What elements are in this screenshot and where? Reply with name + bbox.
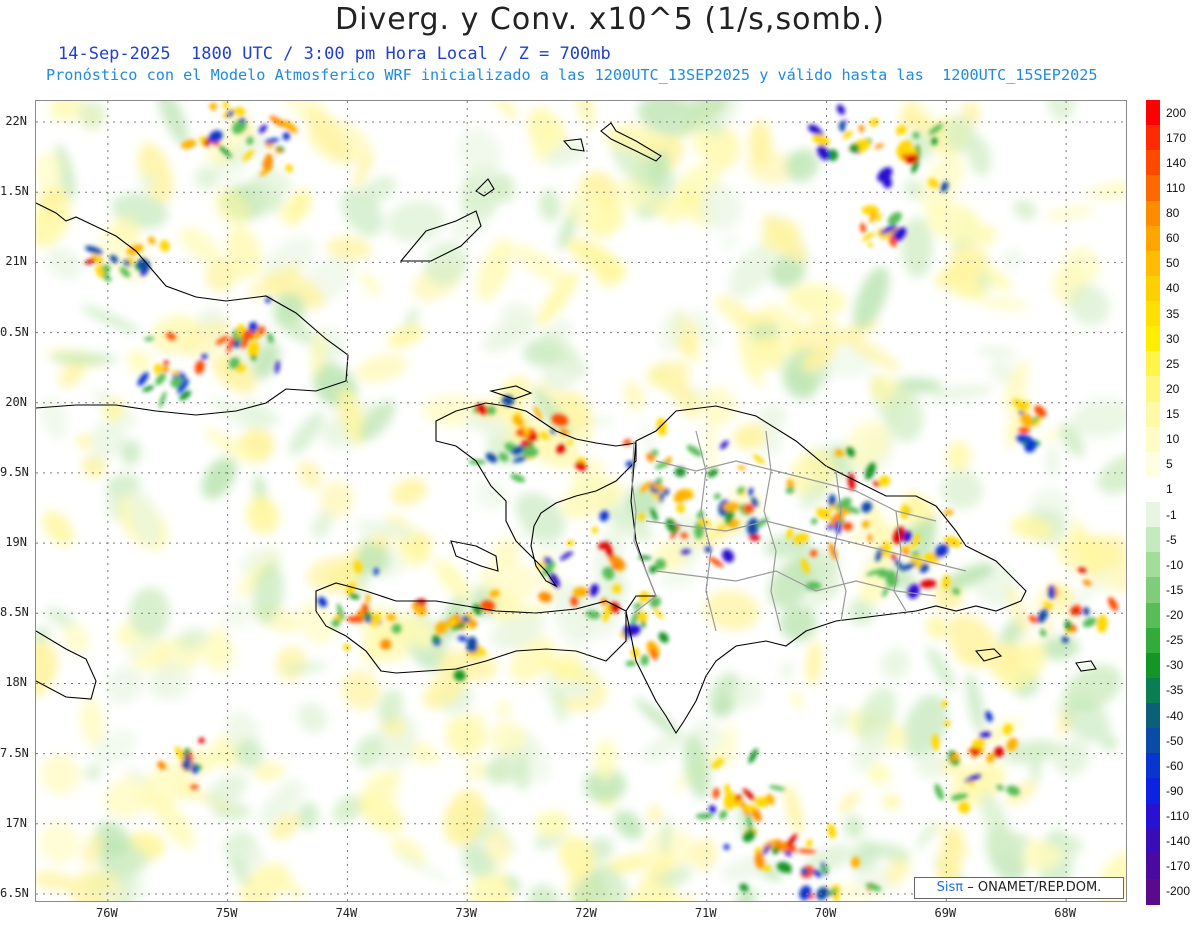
colorbar-swatch <box>1146 100 1160 126</box>
colorbar-swatch <box>1146 250 1160 277</box>
colorbar-swatch <box>1146 125 1160 151</box>
colorbar-swatch <box>1146 853 1160 880</box>
colorbar-label: 30 <box>1166 331 1180 346</box>
map-canvas <box>36 101 1126 901</box>
colorbar-label: 80 <box>1166 206 1180 221</box>
colorbar-label: -35 <box>1166 683 1184 698</box>
colorbar-swatch <box>1146 451 1160 478</box>
lat-tick-label: 17N <box>5 815 27 830</box>
colorbar-label: -40 <box>1166 708 1184 723</box>
forecast-map[interactable] <box>35 100 1127 902</box>
credit-box: Sisπ – ONAMET/REP.DOM. <box>914 877 1124 899</box>
lat-tick-label: 1.5N <box>0 184 29 199</box>
lat-tick-label: 18N <box>5 675 27 690</box>
lat-tick-label: 9.5N <box>0 464 29 479</box>
colorbar-label: -90 <box>1166 783 1184 798</box>
colorbar-swatch <box>1146 175 1160 201</box>
lat-tick-label: 20N <box>5 394 27 409</box>
colorbar-swatch <box>1146 803 1160 830</box>
colorbar-label: -5 <box>1166 532 1177 547</box>
colorbar-swatch <box>1146 351 1160 377</box>
colorbar-label: 1 <box>1166 482 1173 497</box>
colorbar-label: -15 <box>1166 582 1184 597</box>
colorbar-label: -25 <box>1166 633 1184 648</box>
colorbar-label: 170 <box>1166 130 1187 145</box>
colorbar-swatch <box>1146 476 1160 503</box>
colorbar-swatch <box>1146 326 1160 352</box>
lon-tick-label: 76W <box>96 906 118 920</box>
lat-tick-label: 19N <box>5 535 27 550</box>
colorbar-swatch <box>1146 150 1160 176</box>
lat-tick-label: 7.5N <box>0 745 29 760</box>
lon-tick-label: 70W <box>814 906 837 920</box>
colorbar-swatch <box>1146 376 1160 402</box>
lon-tick-label: 68W <box>1054 906 1076 920</box>
colorbar-label: 5 <box>1166 457 1173 472</box>
lat-tick-label: 21N <box>5 254 27 269</box>
colorbar-label: -200 <box>1166 884 1191 899</box>
lat-tick-label: 0.5N <box>0 324 29 339</box>
convection-cell <box>1018 427 1031 434</box>
lat-tick-label: 22N <box>5 114 27 129</box>
colorbar-swatch <box>1146 778 1160 804</box>
sispi-logo-text: Sisπ <box>936 880 964 895</box>
colorbar-swatch <box>1146 502 1160 528</box>
lat-tick-label: 6.5N <box>0 885 29 900</box>
colorbar-swatch <box>1146 878 1160 905</box>
forecast-time-subtitle: 14-Sep-2025 1800 UTC / 3:00 pm Hora Loca… <box>58 44 611 64</box>
colorbar-label: 40 <box>1166 281 1180 296</box>
colorbar-swatch <box>1146 200 1160 227</box>
map-title: Diverg. y Conv. x10^5 (1/s,somb.) <box>335 2 885 37</box>
colorbar-label: 15 <box>1166 407 1180 422</box>
colorbar-label: -140 <box>1166 834 1191 849</box>
colorbar-swatch <box>1146 552 1160 578</box>
credit-text: – ONAMET/REP.DOM. <box>967 880 1102 895</box>
lon-tick-label: 71W <box>694 906 717 920</box>
colorbar-swatch <box>1146 577 1160 603</box>
colorbar-swatch <box>1146 703 1160 729</box>
colorbar-swatch <box>1146 426 1160 453</box>
lon-tick-label: 75W <box>215 906 238 920</box>
lon-tick-label: 73W <box>455 906 478 920</box>
colorbar-swatch <box>1146 728 1160 754</box>
colorbar-label: 200 <box>1166 105 1187 120</box>
colorbar-label: 35 <box>1166 306 1180 321</box>
colorbar-label: -60 <box>1166 758 1184 773</box>
lon-tick-label: 74W <box>335 906 358 920</box>
colorbar-label: -170 <box>1166 859 1191 874</box>
colorbar-label: -50 <box>1166 733 1184 748</box>
colorbar-label: -30 <box>1166 658 1184 673</box>
colorbar-swatch <box>1146 627 1160 654</box>
lat-tick-label: 8.5N <box>0 605 29 620</box>
lon-tick-label: 72W <box>575 906 597 920</box>
colorbar-label: -10 <box>1166 557 1184 572</box>
colorbar-label: 140 <box>1166 155 1187 170</box>
colorbar-label: -20 <box>1166 608 1184 623</box>
colorbar-swatch <box>1146 401 1160 428</box>
model-run-subtitle: Pronóstico con el Modelo Atmosferico WRF… <box>46 66 1098 84</box>
colorbar-label: 60 <box>1166 231 1180 246</box>
colorbar-swatch <box>1146 301 1160 327</box>
colorbar-swatch <box>1146 527 1160 553</box>
colorbar-label: 10 <box>1166 432 1180 447</box>
colorbar-swatch <box>1146 677 1160 704</box>
colorbar-swatch <box>1146 828 1160 855</box>
field-blob <box>749 119 772 168</box>
colorbar-label: 50 <box>1166 256 1180 271</box>
colorbar-label: -110 <box>1166 809 1190 824</box>
colorbar-label: -1 <box>1166 507 1177 522</box>
colorbar-label: 20 <box>1166 381 1180 396</box>
colorbar-label: 25 <box>1166 356 1180 371</box>
colorbar-swatch <box>1146 652 1160 679</box>
colorbar-label: 110 <box>1166 180 1186 195</box>
colorbar <box>1146 100 1160 905</box>
colorbar-swatch <box>1146 602 1160 629</box>
convection-cell <box>190 784 199 790</box>
lon-tick-label: 69W <box>934 906 957 920</box>
colorbar-swatch <box>1146 225 1160 252</box>
colorbar-swatch <box>1146 275 1160 302</box>
colorbar-swatch <box>1146 753 1160 779</box>
